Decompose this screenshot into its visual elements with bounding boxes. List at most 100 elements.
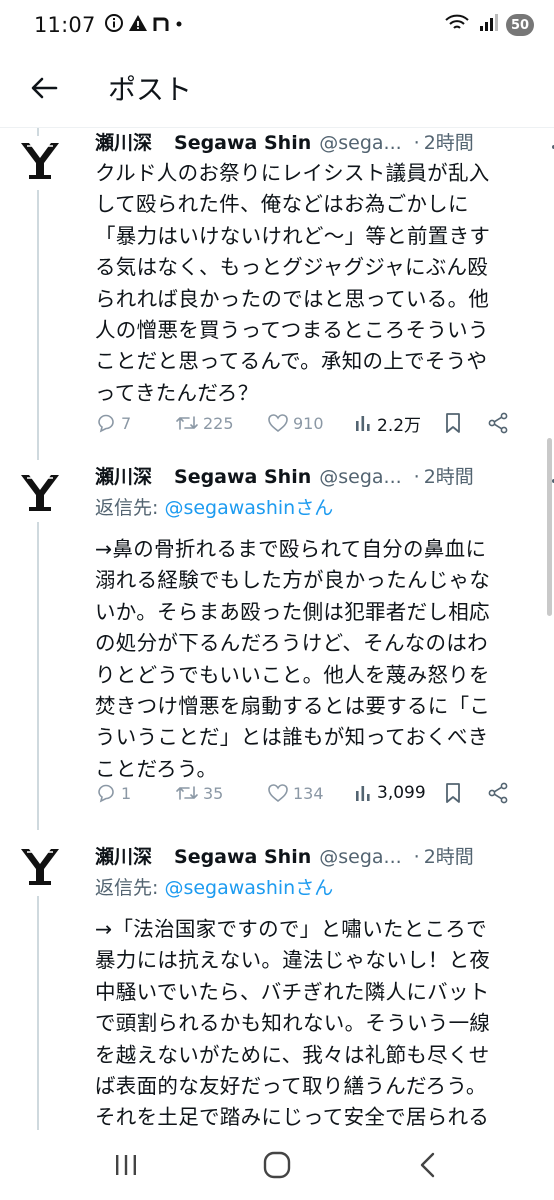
post-text-line: る気はなく、もっとグジャグジャにぶん殴 bbox=[95, 255, 489, 280]
thread-rail bbox=[37, 190, 39, 460]
post-text-line: 溺れる経験でもした方が良かったんじゃな bbox=[95, 568, 491, 593]
post-text-line: られれば良かったのではと思っている。他 bbox=[95, 286, 490, 311]
avatar[interactable] bbox=[16, 842, 64, 890]
avatar-logo-icon bbox=[21, 849, 59, 885]
reply-to-label: 返信先: bbox=[95, 497, 165, 519]
recent-apps-button[interactable] bbox=[96, 1140, 156, 1190]
post-actions: 7 225 910 2.2万 bbox=[95, 408, 535, 438]
back-button[interactable] bbox=[14, 58, 74, 118]
post-text-line: りとどうでもいいこと。他人を蔑み怒りを bbox=[95, 662, 490, 687]
post-text-line: →鼻の骨折れるまで殴られて自分の鼻血に bbox=[95, 537, 487, 561]
avatar[interactable] bbox=[16, 136, 64, 184]
repost-icon bbox=[176, 416, 198, 430]
reply-bubble-icon bbox=[98, 784, 114, 803]
reply-to-line: 返信先: @segawashinさん bbox=[95, 492, 541, 524]
author-display-name[interactable]: Segawa Shin bbox=[174, 132, 311, 154]
bookmark-icon bbox=[446, 413, 460, 433]
post-text-line: いか。そらまあ殴った側は犯罪者だし相応 bbox=[95, 599, 490, 624]
chevron-left-icon bbox=[421, 1152, 435, 1178]
share-button[interactable] bbox=[487, 782, 517, 804]
reply-to-user-link[interactable]: @segawashinさん bbox=[164, 497, 333, 519]
system-navigation-bar bbox=[0, 1130, 554, 1200]
dot-icon bbox=[174, 13, 184, 38]
post-body: クルド人のお祭りにレイシスト議員が乱入 して殴られた件、俺などはお為ごかしに 「… bbox=[95, 158, 541, 409]
view-count: 2.2万 bbox=[377, 415, 422, 436]
post[interactable]: 瀬川深 Segawa Shin @sega... · 2時間 返信先: @seg… bbox=[0, 830, 554, 1130]
views-button[interactable]: 3,099 bbox=[353, 783, 443, 803]
post-text-line: ことだと思ってるんで。承知の上でそうや bbox=[95, 349, 488, 374]
post-header: 瀬川深 Segawa Shin @sega... · 2時間 bbox=[95, 842, 541, 872]
like-count: 134 bbox=[293, 783, 324, 803]
repost-count: 35 bbox=[203, 783, 224, 803]
author-display-name[interactable]: Segawa Shin bbox=[174, 466, 311, 488]
post-content: 瀬川深 Segawa Shin @sega... · 2時間 クルド人のお祭りに… bbox=[95, 128, 554, 409]
bookmark-button[interactable] bbox=[443, 782, 487, 804]
reply-to-user-link[interactable]: @segawashinさん bbox=[164, 877, 333, 899]
reply-count: 7 bbox=[121, 413, 132, 433]
post-text-line: 焚きつけ憎悪を扇動するとは要するに「こ bbox=[95, 694, 491, 719]
thread-rail bbox=[37, 896, 39, 1130]
bar-chart-icon bbox=[356, 786, 370, 801]
post-text-line: ば表面的な友好だって取り繕うんだろう。 bbox=[95, 1074, 487, 1099]
reply-count: 1 bbox=[121, 783, 132, 803]
post-text-line: を越えないがために、我々は礼節も尽くせ bbox=[95, 1042, 490, 1067]
views-button[interactable]: 2.2万 bbox=[353, 411, 443, 436]
post-header: 瀬川深 Segawa Shin @sega... · 2時間 bbox=[95, 128, 541, 158]
post[interactable]: 瀬川深 Segawa Shin @sega... · 2時間 返信先: @seg… bbox=[0, 460, 554, 830]
app-notification-icon bbox=[152, 13, 170, 38]
warning-icon bbox=[128, 13, 148, 38]
author-display-name[interactable]: Segawa Shin bbox=[174, 846, 311, 868]
author-name[interactable]: 瀬川深 bbox=[95, 842, 152, 869]
post[interactable]: 瀬川深 Segawa Shin @sega... · 2時間 クルド人のお祭りに… bbox=[0, 128, 554, 460]
author-handle[interactable]: @sega... bbox=[319, 846, 401, 868]
post-time[interactable]: 2時間 bbox=[424, 462, 474, 489]
scroll-indicator[interactable] bbox=[547, 438, 552, 616]
author-handle[interactable]: @sega... bbox=[319, 466, 401, 488]
share-icon bbox=[488, 412, 508, 434]
repost-button[interactable]: 35 bbox=[175, 782, 267, 804]
bookmark-button[interactable] bbox=[443, 412, 487, 434]
reply-button[interactable]: 7 bbox=[95, 412, 175, 434]
battery-indicator: 50 bbox=[506, 14, 534, 36]
like-button[interactable]: 134 bbox=[267, 782, 353, 804]
post-text-line: の処分が下るんだろうけど、そんなのはわ bbox=[95, 631, 488, 656]
post-time[interactable]: 2時間 bbox=[424, 842, 474, 869]
post-body: →鼻の骨折れるまで殴られて自分の鼻血に 溺れる経験でもした方が良かったんじゃな … bbox=[95, 534, 541, 785]
top-app-bar: ポスト bbox=[0, 56, 554, 120]
heart-icon bbox=[268, 784, 288, 803]
view-count: 3,099 bbox=[377, 783, 426, 803]
thread-rail bbox=[37, 128, 39, 136]
author-name[interactable]: 瀬川深 bbox=[95, 462, 152, 489]
post-text-line: ってきたんだろ？ bbox=[95, 380, 259, 405]
back-nav-button[interactable] bbox=[398, 1140, 458, 1190]
share-button[interactable] bbox=[487, 412, 517, 434]
repost-count: 225 bbox=[203, 413, 234, 433]
repost-button[interactable]: 225 bbox=[175, 412, 267, 434]
post-content: 瀬川深 Segawa Shin @sega... · 2時間 返信先: @seg… bbox=[95, 842, 541, 1134]
author-name[interactable]: 瀬川深 bbox=[95, 128, 152, 155]
avatar[interactable] bbox=[16, 468, 64, 516]
post-text-line: クルド人のお祭りにレイシスト議員が乱入 bbox=[95, 161, 490, 185]
post-text-line: 中騒いでいたら、バチぎれた隣人にバット bbox=[95, 979, 490, 1004]
post-content: 瀬川深 Segawa Shin @sega... · 2時間 返信先: @seg… bbox=[95, 462, 554, 785]
avatar-logo-icon bbox=[21, 475, 59, 511]
info-icon bbox=[104, 13, 124, 38]
wifi-icon bbox=[444, 12, 470, 38]
post-text-line: で頭割られるかも知れない。そういう一線 bbox=[95, 1011, 491, 1036]
thread: 瀬川深 Segawa Shin @sega... · 2時間 クルド人のお祭りに… bbox=[0, 128, 554, 1130]
bar-chart-icon bbox=[356, 416, 370, 431]
status-notification-icons bbox=[104, 13, 184, 38]
home-icon bbox=[263, 1151, 291, 1179]
post-text-line: ういうことだ」とは誰もが知っておくべき bbox=[95, 725, 489, 750]
heart-icon bbox=[268, 414, 288, 433]
post-time[interactable]: 2時間 bbox=[424, 128, 474, 155]
reply-button[interactable]: 1 bbox=[95, 782, 175, 804]
separator-dot: · bbox=[413, 846, 420, 868]
thread-rail bbox=[37, 522, 39, 830]
home-button[interactable] bbox=[247, 1140, 307, 1190]
repost-icon bbox=[176, 786, 198, 800]
author-handle[interactable]: @sega... bbox=[319, 132, 401, 154]
share-icon bbox=[488, 782, 508, 804]
recent-apps-icon bbox=[115, 1155, 136, 1175]
like-button[interactable]: 910 bbox=[267, 412, 353, 434]
